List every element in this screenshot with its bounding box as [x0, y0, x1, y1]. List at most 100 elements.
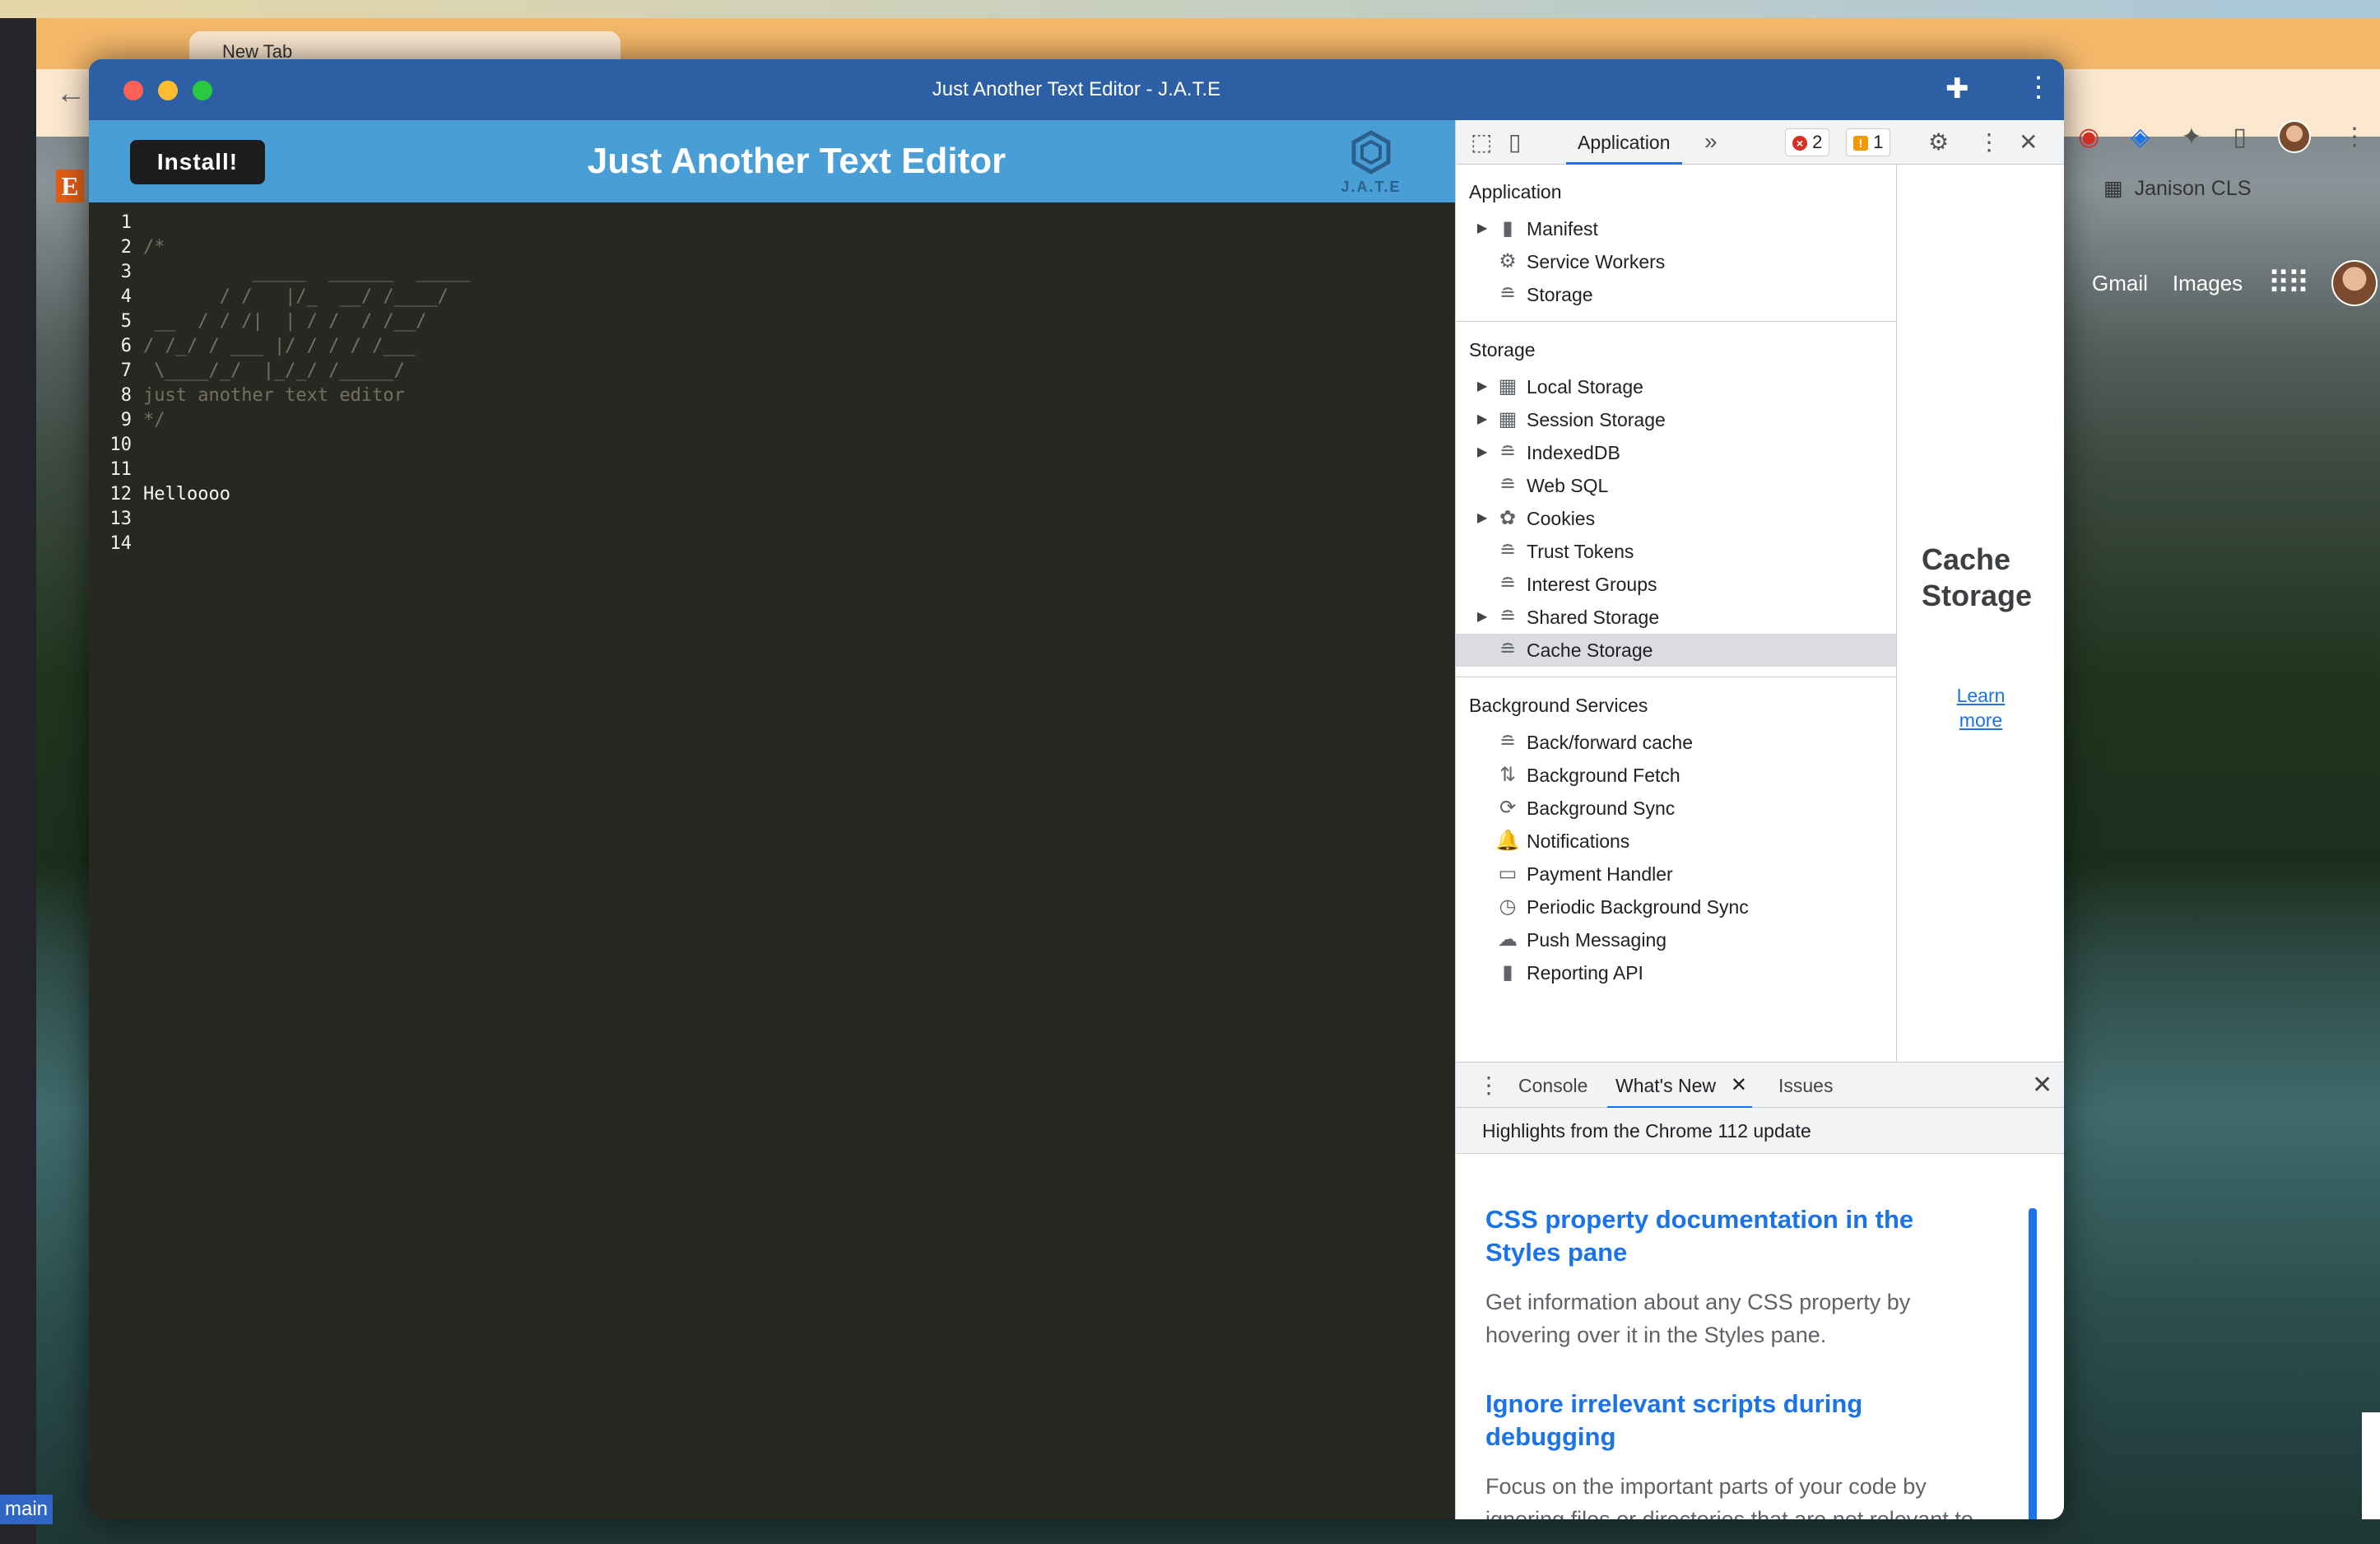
puzzle-icon[interactable]: ✚ — [1945, 72, 1969, 105]
line-number: 3 — [120, 262, 132, 282]
errors-badge[interactable]: × 2 — [1785, 128, 1830, 156]
sidebar-item-background-fetch[interactable]: ⇅ Background Fetch — [1456, 759, 1896, 792]
apps-grid-icon[interactable]: ⠿⠿ — [2267, 265, 2310, 302]
sidebar-item-reporting-api[interactable]: ▮ Reporting API — [1456, 956, 1896, 989]
sidebar-item-payment-handler[interactable]: ▭ Payment Handler — [1456, 858, 1896, 891]
sidebar-item-web-sql[interactable]: ≘ Web SQL — [1456, 469, 1896, 502]
editor-line[interactable]: 7 \____/_/ |_/_/ /_____/ — [89, 359, 1455, 384]
tab-application[interactable]: Application — [1566, 120, 1682, 165]
settings-gear-icon[interactable]: ⚙ — [1928, 128, 1949, 156]
app-menu-icon[interactable]: ⋮ — [2024, 71, 2052, 104]
editor-line[interactable]: 5 __ / / /| | / / / /__/ — [89, 309, 1455, 334]
editor-line[interactable]: 12 Helloooo — [89, 482, 1455, 507]
extension-red-icon[interactable]: ◉ — [2078, 123, 2099, 151]
sidebar-item-shared-storage[interactable]: ▶ ≘ Shared Storage — [1456, 601, 1896, 634]
device-toolbar-icon[interactable]: ▯ — [1508, 128, 1521, 156]
database-icon: ≘ — [1499, 441, 1517, 463]
editor-line[interactable]: 13 — [89, 507, 1455, 532]
sidebar-item-manifest[interactable]: ▶ ▮ Manifest — [1456, 212, 1896, 245]
sidebar-item-interest-groups[interactable]: ≘ Interest Groups — [1456, 568, 1896, 601]
sidebar-item-label: Background Fetch — [1527, 765, 1680, 786]
editor-line[interactable]: 4 / / |/_ __/ /____/ — [89, 285, 1455, 309]
cookie-icon: ✿ — [1499, 507, 1517, 529]
editor-line[interactable]: 10 — [89, 433, 1455, 458]
editor-line[interactable]: 6 / /_/ / ___ |/ / / / /___ — [89, 334, 1455, 359]
editor-line[interactable]: 8 just another text editor — [89, 384, 1455, 408]
bookmark-site-icon: ▦ — [2103, 177, 2123, 200]
line-number: 14 — [109, 533, 132, 554]
google-avatar[interactable] — [2331, 260, 2378, 306]
expand-arrow-icon[interactable]: ▶ — [1477, 436, 1487, 469]
gear-icon: ⚙ — [1499, 250, 1517, 272]
warnings-badge[interactable]: ! 1 — [1846, 128, 1891, 156]
sidebar-item-periodic-background-sync[interactable]: ◷ Periodic Background Sync — [1456, 891, 1896, 923]
database-icon: ≘ — [1499, 283, 1517, 305]
close-tab-icon[interactable]: ✕ — [1731, 1063, 1747, 1109]
tab-console[interactable]: Console — [1518, 1063, 1587, 1109]
sidepanel-icon[interactable]: ▯ — [2233, 123, 2247, 151]
database-icon: ≘ — [1499, 474, 1517, 496]
profile-avatar[interactable] — [2278, 120, 2311, 153]
sidebar-item-trust-tokens[interactable]: ≘ Trust Tokens — [1456, 535, 1896, 568]
sidebar-item-label: Web SQL — [1527, 475, 1609, 496]
learn-more-link[interactable]: Learn more — [1897, 683, 2064, 732]
bookmark-janison[interactable]: ▦ Janison CLS — [2103, 176, 2251, 201]
expand-arrow-icon[interactable]: ▶ — [1477, 370, 1487, 403]
branch-label: main — [0, 1495, 53, 1524]
whats-new-entry-title[interactable]: Ignore irrelevant scripts during debuggi… — [1485, 1388, 1963, 1453]
sidebar-item-cache-storage[interactable]: ≘ Cache Storage — [1456, 634, 1896, 667]
editor-line[interactable]: 14 — [89, 532, 1455, 556]
bookmark-label: Janison CLS — [2134, 176, 2252, 200]
sidebar-item-label: Service Workers — [1527, 251, 1666, 272]
sidebar-item-session-storage[interactable]: ▶ ▦ Session Storage — [1456, 403, 1896, 436]
more-tabs-icon[interactable]: » — [1704, 128, 1718, 155]
editor-line[interactable]: 1 — [89, 211, 1455, 235]
images-link[interactable]: Images — [2173, 271, 2243, 296]
bookmark-e-icon[interactable]: E — [56, 170, 84, 202]
extension-badge-icon[interactable]: ◈ — [2131, 123, 2150, 151]
drawer-menu-icon[interactable]: ⋮ — [1477, 1063, 1500, 1109]
expand-arrow-icon[interactable]: ▶ — [1477, 403, 1487, 436]
sidebar-item-label: Back/forward cache — [1527, 732, 1693, 753]
editor-line[interactable]: 9 */ — [89, 408, 1455, 433]
browser-menu-icon[interactable]: ⋮ — [2342, 123, 2367, 151]
sidebar-item-indexeddb[interactable]: ▶ ≘ IndexedDB — [1456, 436, 1896, 469]
sidebar-item-label: Interest Groups — [1527, 574, 1657, 595]
whats-new-entry-title[interactable]: CSS property documentation in the Styles… — [1485, 1203, 1963, 1269]
expand-arrow-icon[interactable]: ▶ — [1477, 502, 1487, 535]
sidebar-item-service-workers[interactable]: ⚙ Service Workers — [1456, 245, 1896, 278]
database-icon: ≘ — [1499, 573, 1517, 595]
drawer-scrollbar[interactable] — [2029, 1208, 2037, 1519]
page-side-tab[interactable] — [2362, 1412, 2380, 1519]
sidebar-item-label: Background Sync — [1527, 798, 1676, 819]
sidebar-item-storage[interactable]: ≘ Storage — [1456, 278, 1896, 311]
editor-line[interactable]: 2 /* — [89, 235, 1455, 260]
tab-issues[interactable]: Issues — [1778, 1063, 1833, 1109]
editor-line[interactable]: 11 — [89, 458, 1455, 482]
inspect-element-icon[interactable]: ⬚ — [1471, 128, 1492, 156]
line-text: Helloooo — [143, 484, 230, 505]
close-drawer-icon[interactable]: ✕ — [2032, 1063, 2052, 1109]
sidebar-item-label: Cache Storage — [1527, 639, 1653, 661]
sidebar-item-back-forward-cache[interactable]: ≘ Back/forward cache — [1456, 726, 1896, 759]
sidebar-item-notifications[interactable]: 🔔 Notifications — [1456, 825, 1896, 858]
line-number: 1 — [120, 212, 132, 233]
back-arrow-icon[interactable]: ← — [56, 76, 86, 110]
sidebar-item-cookies[interactable]: ▶ ✿ Cookies — [1456, 502, 1896, 535]
devtools-menu-icon[interactable]: ⋮ — [1978, 128, 2001, 156]
expand-arrow-icon[interactable]: ▶ — [1477, 601, 1487, 634]
sidebar-item-local-storage[interactable]: ▶ ▦ Local Storage — [1456, 370, 1896, 403]
close-devtools-icon[interactable]: ✕ — [2019, 128, 2038, 156]
sidebar-item-background-sync[interactable]: ⟳ Background Sync — [1456, 792, 1896, 825]
code-editor[interactable]: 1 2/* 3 _____ ______ _____ 4 / / |/_ __/ /_… — [89, 202, 1455, 1519]
app-heading: Just Another Text Editor — [587, 141, 1006, 181]
sidebar-item-push-messaging[interactable]: ☁ Push Messaging — [1456, 923, 1896, 956]
puzzle-icon[interactable]: ✦ — [2181, 123, 2201, 151]
line-number: 6 — [120, 336, 132, 356]
gmail-link[interactable]: Gmail — [2092, 271, 2148, 296]
tab-whats-new[interactable]: What's New ✕ — [1607, 1063, 1752, 1109]
file-icon: ▮ — [1502, 217, 1513, 240]
expand-arrow-icon[interactable]: ▶ — [1477, 212, 1487, 245]
database-icon: ≘ — [1499, 731, 1517, 753]
editor-line[interactable]: 3 _____ ______ _____ — [89, 260, 1455, 285]
